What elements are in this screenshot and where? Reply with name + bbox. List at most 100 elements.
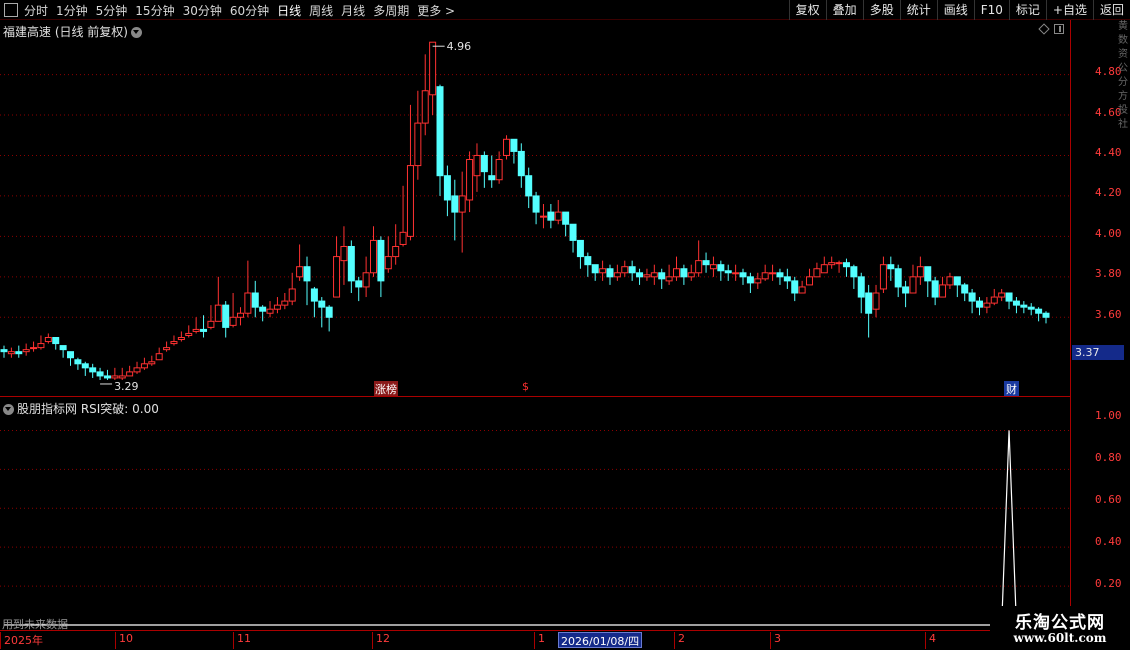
candle-body <box>636 272 644 278</box>
rsi-chart[interactable] <box>0 397 1070 631</box>
candle-body <box>1005 292 1013 302</box>
candle-body <box>998 292 1006 298</box>
period-7[interactable]: 周线 <box>309 2 333 19</box>
period-9[interactable]: 多周期 <box>373 2 409 19</box>
side-strip-char: 公 <box>1118 63 1128 74</box>
low-price-label: 3.29 <box>114 380 139 393</box>
period-3[interactable]: 15分钟 <box>135 2 174 19</box>
dollar-marker[interactable]: $ <box>522 380 529 393</box>
candle-body <box>503 138 511 156</box>
indicator-tick: 0.40 <box>1095 535 1122 548</box>
period-8[interactable]: 月线 <box>341 2 365 19</box>
candle-body <box>842 262 850 268</box>
period-4[interactable]: 30分钟 <box>183 2 222 19</box>
period-2[interactable]: 5分钟 <box>96 2 128 19</box>
period-list: 分时 1分钟 5分钟 15分钟 30分钟 60分钟 日线 周线 月线 多周期 更多 > <box>0 0 463 20</box>
toolbar-button-0[interactable]: 复权 <box>788 0 826 20</box>
candle-body <box>229 316 237 326</box>
toolbar-button-3[interactable]: 统计 <box>899 0 937 20</box>
date-label: 12 <box>372 632 390 649</box>
dropdown-icon[interactable] <box>3 404 14 415</box>
candle-body <box>488 175 496 181</box>
date-label: 2025年 <box>0 632 43 649</box>
stock-title: 福建高速 (日线 前复权) <box>3 25 128 39</box>
candle-body <box>857 276 865 298</box>
finance-marker[interactable]: 财 <box>1004 381 1019 397</box>
candle-body <box>761 272 769 280</box>
candle-body <box>377 239 385 282</box>
side-strip-char: 资 <box>1118 49 1128 60</box>
candle-body <box>532 195 540 213</box>
candle-body <box>562 211 570 225</box>
toolbar-button-2[interactable]: 多股 <box>862 0 900 20</box>
window-icon[interactable] <box>4 3 18 17</box>
candle-body <box>96 371 104 377</box>
candle-body <box>879 264 887 290</box>
candlestick-chart[interactable]: 4.96 3.29 <box>0 20 1070 396</box>
toolbar-button-8[interactable]: 返回 <box>1092 0 1130 20</box>
candle-body <box>961 284 969 294</box>
candle-body <box>1012 300 1020 306</box>
date-label: 4 <box>925 632 936 649</box>
period-1[interactable]: 1分钟 <box>56 2 88 19</box>
candle-body <box>902 286 910 294</box>
indicator-pane[interactable]: 股朋指标网 RSI突破: 0.00 用到未来数据 <box>0 396 1070 631</box>
toolbar-button-6[interactable]: 标记 <box>1008 0 1046 20</box>
indicator-tick: 1.00 <box>1095 409 1122 422</box>
candle-body <box>576 239 584 258</box>
indicator-tick: 0.60 <box>1095 493 1122 506</box>
zhangbang-marker[interactable]: 涨榜 <box>374 381 398 397</box>
price-pane[interactable]: 4.96 3.29 福建高速 (日线 前复权) 涨榜 $ 财 <box>0 20 1070 397</box>
candle-body <box>436 86 444 177</box>
candle-body <box>370 239 378 274</box>
cursor-date-label: 2026/01/08/四 <box>558 632 643 648</box>
candle-body <box>672 268 680 278</box>
candle-body <box>22 349 30 353</box>
indicator-axis: 1.00 0.80 0.60 0.40 0.20 <box>1070 396 1130 630</box>
candle-body <box>769 272 777 275</box>
candle-body <box>406 165 414 237</box>
candle-body <box>850 266 858 278</box>
candle-body <box>140 363 148 369</box>
candle-body <box>872 292 880 310</box>
toolbar-button-4[interactable]: 画线 <box>936 0 974 20</box>
candle-body <box>303 266 311 282</box>
candle-body <box>480 154 488 173</box>
dropdown-icon[interactable] <box>131 27 142 38</box>
candle-body <box>547 211 555 221</box>
candle-body <box>939 284 947 298</box>
diamond-icon[interactable] <box>1038 23 1050 35</box>
candle-body <box>791 280 799 294</box>
pane-controls <box>1038 23 1064 35</box>
period-0[interactable]: 分时 <box>24 2 48 19</box>
candle-body <box>835 262 843 265</box>
candle-body <box>384 256 392 270</box>
candle-body <box>924 266 932 282</box>
period-10[interactable]: 更多 > <box>417 2 455 19</box>
candle-body <box>1027 306 1035 310</box>
candle-body <box>643 274 651 278</box>
candle-body <box>421 90 429 124</box>
candle-body <box>251 292 259 308</box>
candle-body <box>591 264 599 274</box>
candle-body <box>318 300 326 308</box>
panel-toggle-icon[interactable] <box>1054 24 1064 34</box>
toolbar-button-7[interactable]: +自选 <box>1045 0 1093 20</box>
candle-body <box>126 371 134 377</box>
toolbar-button-1[interactable]: 叠加 <box>825 0 863 20</box>
candle-body <box>259 306 267 312</box>
candle-body <box>798 286 806 294</box>
candle-body <box>1035 308 1043 314</box>
price-pane-title: 福建高速 (日线 前复权) <box>3 23 142 40</box>
candle-body <box>443 175 451 201</box>
candle-body <box>1042 312 1050 318</box>
toolbar-button-5[interactable]: F10 <box>973 0 1009 20</box>
period-5[interactable]: 60分钟 <box>230 2 269 19</box>
candle-body <box>362 272 370 288</box>
side-strip-char: 数 <box>1118 35 1128 46</box>
candle-body <box>975 300 983 308</box>
candle-body <box>473 154 481 177</box>
period-6[interactable]: 日线 <box>277 2 301 19</box>
candle-body <box>776 272 784 278</box>
watermark: 乐淘公式网 www.60lt.com <box>990 606 1130 650</box>
